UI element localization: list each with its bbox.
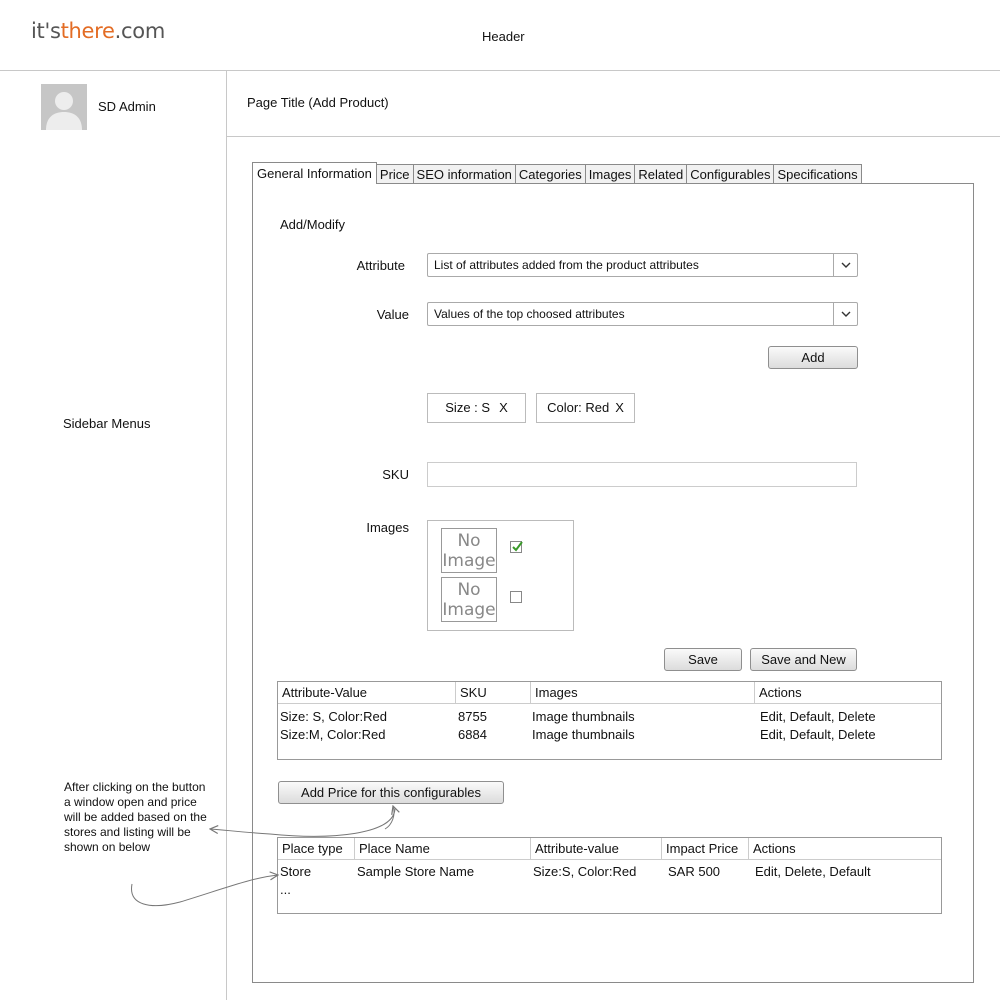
value-select[interactable]: Values of the top choosed attributes bbox=[427, 302, 858, 326]
table-cell: Size:S, Color:Red bbox=[533, 864, 637, 879]
add-price-button[interactable]: Add Price for this configurables bbox=[278, 781, 504, 804]
tab-seo-information[interactable]: SEO information bbox=[412, 164, 516, 184]
sidebar-menus-placeholder: Sidebar Menus bbox=[63, 416, 151, 431]
value-select-value: Values of the top choosed attributes bbox=[434, 307, 625, 321]
column-header: Images bbox=[530, 682, 578, 704]
image-checkbox-checked[interactable] bbox=[510, 541, 523, 553]
table-cell: Size: S, Color:Red bbox=[280, 709, 387, 724]
tab-bar: General Information Price SEO informatio… bbox=[252, 162, 862, 184]
table-cell: Size:M, Color:Red bbox=[280, 727, 386, 742]
logo-part-there: there bbox=[60, 19, 115, 43]
title-divider bbox=[227, 136, 1000, 137]
header-divider bbox=[0, 70, 1000, 71]
column-header: SKU bbox=[455, 682, 487, 704]
attribute-select[interactable]: List of attributes added from the produc… bbox=[427, 253, 858, 277]
column-header: Actions bbox=[754, 682, 802, 704]
table-cell: 6884 bbox=[458, 727, 487, 742]
logo-part-its: it's bbox=[31, 19, 61, 43]
sku-label: SKU bbox=[382, 467, 409, 482]
admin-name[interactable]: SD Admin bbox=[98, 99, 156, 114]
user-avatar-icon[interactable] bbox=[41, 84, 87, 130]
chevron-down-icon[interactable] bbox=[833, 254, 857, 276]
more-rows-indicator: ... bbox=[280, 882, 291, 897]
table-cell: Image thumbnails bbox=[532, 709, 635, 724]
tab-price[interactable]: Price bbox=[375, 164, 414, 184]
remove-tag-icon[interactable]: X bbox=[615, 400, 624, 415]
chevron-down-icon[interactable] bbox=[833, 303, 857, 325]
save-and-new-button[interactable]: Save and New bbox=[750, 648, 857, 671]
tab-general-information[interactable]: General Information bbox=[252, 162, 377, 184]
tab-categories[interactable]: Categories bbox=[514, 164, 586, 184]
page-title: Page Title (Add Product) bbox=[247, 95, 389, 110]
section-title: Add/Modify bbox=[280, 217, 346, 232]
tab-configurables[interactable]: Configurables bbox=[686, 164, 775, 184]
column-header: Place type bbox=[282, 841, 343, 856]
tab-specifications[interactable]: Specifications bbox=[773, 164, 862, 184]
logo-part-com: .com bbox=[114, 19, 166, 43]
table-cell: 8755 bbox=[458, 709, 487, 724]
save-button[interactable]: Save bbox=[664, 648, 742, 671]
column-header: Impact Price bbox=[661, 838, 738, 860]
sku-input[interactable] bbox=[427, 462, 857, 487]
images-label: Images bbox=[366, 520, 409, 535]
tag-text: Size : S bbox=[445, 400, 491, 415]
header-label: Header bbox=[482, 29, 525, 44]
annotation-note: After clicking on the button a window op… bbox=[64, 780, 207, 854]
attribute-tag: Color: Red X bbox=[536, 393, 635, 423]
row-actions[interactable]: Edit, Default, Delete bbox=[760, 709, 876, 724]
checkmark-icon bbox=[512, 541, 523, 552]
price-table: Place type Place Name Attribute-value Im… bbox=[277, 837, 942, 914]
image-placeholder: No Image bbox=[441, 528, 497, 573]
add-button[interactable]: Add bbox=[768, 346, 858, 369]
table-header: Attribute-Value SKU Images Actions bbox=[278, 682, 941, 704]
logo[interactable]: it'sthere.com bbox=[31, 19, 165, 43]
sidebar-divider bbox=[226, 70, 227, 1000]
table-cell: Sample Store Name bbox=[357, 864, 475, 879]
tab-related[interactable]: Related bbox=[634, 164, 688, 184]
configurables-table: Attribute-Value SKU Images Actions Size:… bbox=[277, 681, 942, 760]
image-checkbox[interactable] bbox=[510, 591, 522, 603]
tab-images[interactable]: Images bbox=[584, 164, 636, 184]
table-cell: Image thumbnails bbox=[532, 727, 635, 742]
attribute-select-value: List of attributes added from the produc… bbox=[434, 258, 699, 272]
tag-text: Color: Red bbox=[547, 400, 610, 415]
attribute-label: Attribute bbox=[356, 258, 405, 273]
table-header: Place type Place Name Attribute-value Im… bbox=[278, 838, 941, 860]
column-header: Place Name bbox=[354, 838, 430, 860]
table-cell: Store bbox=[280, 864, 312, 879]
column-header: Attribute-value bbox=[530, 838, 619, 860]
column-header: Actions bbox=[748, 838, 796, 860]
image-placeholder: No Image bbox=[441, 577, 497, 622]
column-header: Attribute-Value bbox=[282, 685, 368, 700]
value-label: Value bbox=[376, 307, 409, 322]
table-cell: SAR 500 bbox=[668, 864, 721, 879]
row-actions[interactable]: Edit, Default, Delete bbox=[760, 727, 876, 742]
row-actions[interactable]: Edit, Delete, Default bbox=[755, 864, 871, 879]
remove-tag-icon[interactable]: X bbox=[499, 400, 508, 415]
attribute-tag: Size : S X bbox=[427, 393, 526, 423]
